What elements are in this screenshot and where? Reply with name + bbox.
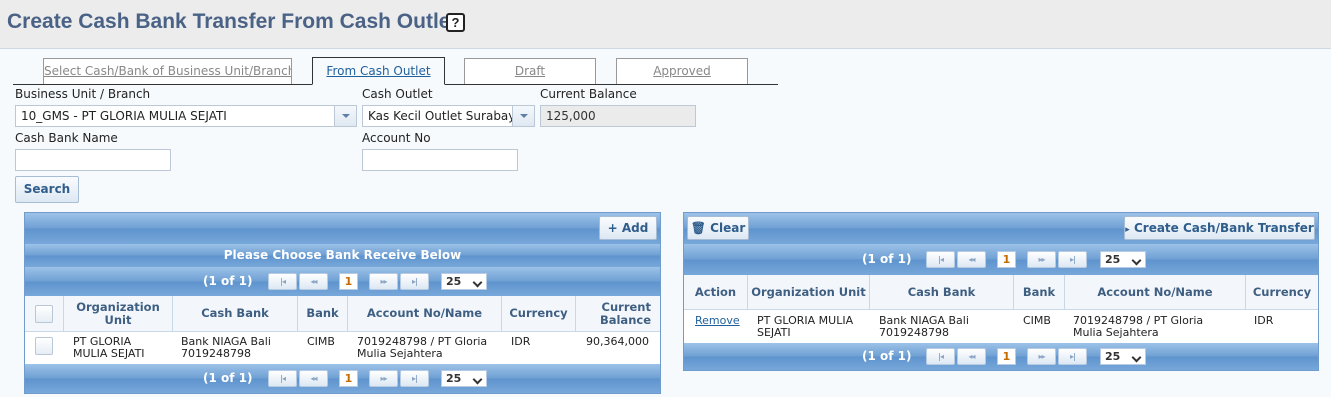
- cell-bank: CIMB: [1023, 314, 1051, 327]
- cash-outlet-label: Cash Outlet: [362, 87, 433, 101]
- col-currency[interactable]: Currency: [502, 296, 576, 331]
- cell-balance: 90,364,000: [586, 335, 649, 348]
- tab-draft[interactable]: Draft: [464, 58, 596, 84]
- cash-outlet-value: Kas Kecil Outlet Surabaya: [368, 109, 523, 123]
- select-all-header[interactable]: [25, 296, 64, 331]
- col-organization-unit[interactable]: Organization Unit: [748, 275, 870, 309]
- prev-page-icon[interactable]: ◂◂: [957, 251, 986, 268]
- pager-info: (1 of 1): [203, 274, 253, 288]
- business-unit-value: 10_GMS - PT GLORIA MULIA SEJATI: [21, 109, 227, 123]
- left-caption: Please Choose Bank Receive Below: [25, 244, 660, 267]
- page-size-select[interactable]: 25: [441, 370, 487, 387]
- left-toolbar: + Add: [25, 213, 660, 244]
- business-unit-label: Business Unit / Branch: [15, 87, 151, 101]
- page-number[interactable]: 1: [997, 251, 1016, 268]
- table-row: Remove PT GLORIA MULIA SEJATI Bank NIAGA…: [684, 310, 1318, 343]
- cell-account: 7019248798 / PT Gloria Mulia Sejahtera: [1073, 314, 1204, 339]
- page-size-select[interactable]: 25: [1100, 251, 1146, 268]
- search-button[interactable]: Search: [15, 176, 79, 203]
- right-pager-top: (1 of 1) |◂ ◂◂ 1 ▸▸ ▸| 25: [684, 244, 1318, 275]
- col-action[interactable]: Action: [684, 275, 748, 309]
- cell-bank: CIMB: [307, 335, 335, 348]
- page-number[interactable]: 1: [997, 348, 1016, 365]
- next-page-icon[interactable]: ▸▸: [1027, 348, 1056, 365]
- pager-info: (1 of 1): [862, 349, 912, 363]
- col-account-no-name[interactable]: Account No/Name: [1065, 275, 1246, 309]
- first-page-icon[interactable]: |◂: [926, 348, 955, 365]
- pager-info: (1 of 1): [203, 371, 253, 385]
- col-current-balance[interactable]: Current Balance: [576, 296, 660, 331]
- col-account-no-name[interactable]: Account No/Name: [348, 296, 502, 331]
- col-cash-bank[interactable]: Cash Bank: [173, 296, 298, 331]
- account-no-input[interactable]: [362, 149, 518, 171]
- selected-banks-panel: 🗑 Clear ▸ Create Cash/Bank Transfer (1 o…: [683, 212, 1319, 371]
- left-table-header: Organization Unit Cash Bank Bank Account…: [25, 296, 660, 332]
- page-size-select[interactable]: 25: [1100, 348, 1146, 365]
- prev-page-icon[interactable]: ◂◂: [299, 273, 328, 290]
- last-page-icon[interactable]: ▸|: [1058, 251, 1087, 268]
- prev-page-icon[interactable]: ◂◂: [957, 348, 986, 365]
- cell-account: 7019248798 / PT Gloria Mulia Sejahtera: [357, 335, 488, 360]
- bank-receive-panel: + Add Please Choose Bank Receive Below (…: [24, 212, 661, 394]
- cell-org: PT GLORIA MULIA SEJATI: [757, 314, 854, 339]
- current-balance-label: Current Balance: [540, 87, 637, 101]
- cell-cash-bank: Bank NIAGA Bali 7019248798: [181, 335, 271, 360]
- business-unit-select[interactable]: 10_GMS - PT GLORIA MULIA SEJATI: [15, 105, 357, 127]
- first-page-icon[interactable]: |◂: [926, 251, 955, 268]
- clear-button[interactable]: 🗑 Clear: [687, 216, 749, 240]
- col-bank[interactable]: Bank: [298, 296, 348, 331]
- last-page-icon[interactable]: ▸|: [1058, 348, 1087, 365]
- cell-org: PT GLORIA MULIA SEJATI: [73, 335, 145, 360]
- next-page-icon[interactable]: ▸▸: [369, 370, 398, 387]
- first-page-icon[interactable]: |◂: [268, 370, 297, 387]
- chevron-down-icon[interactable]: [512, 106, 534, 126]
- create-transfer-label: Create Cash/Bank Transfer: [1133, 221, 1314, 235]
- col-bank[interactable]: Bank: [1014, 275, 1065, 309]
- cell-cash-bank: Bank NIAGA Bali 7019248798: [879, 314, 969, 339]
- cash-bank-name-input[interactable]: [15, 149, 171, 171]
- current-balance-field: 125,000: [540, 105, 696, 127]
- right-toolbar: 🗑 Clear ▸ Create Cash/Bank Transfer: [684, 213, 1318, 244]
- add-button[interactable]: + Add: [599, 216, 657, 240]
- prev-page-icon[interactable]: ◂◂: [299, 370, 328, 387]
- col-cash-bank[interactable]: Cash Bank: [870, 275, 1014, 309]
- last-page-icon[interactable]: ▸|: [400, 273, 429, 290]
- next-page-icon[interactable]: ▸▸: [369, 273, 398, 290]
- remove-link[interactable]: Remove: [695, 315, 740, 327]
- page-header: Create Cash Bank Transfer From Cash Outl…: [0, 0, 1331, 49]
- last-page-icon[interactable]: ▸|: [400, 370, 429, 387]
- next-page-icon[interactable]: ▸▸: [1027, 251, 1056, 268]
- col-organization-unit[interactable]: Organization Unit: [64, 296, 173, 331]
- cell-currency: IDR: [1254, 314, 1274, 327]
- row-checkbox[interactable]: [35, 337, 53, 355]
- tab-select-cash-bank[interactable]: Select Cash/Bank of Business Unit/Branch: [43, 58, 292, 84]
- help-icon[interactable]: ?: [446, 13, 465, 32]
- page-title: Create Cash Bank Transfer From Cash Outl…: [7, 10, 458, 33]
- left-pager-top: (1 of 1) |◂ ◂◂ 1 ▸▸ ▸| 25: [25, 267, 660, 296]
- page-number[interactable]: 1: [339, 370, 358, 387]
- select-all-checkbox[interactable]: [35, 305, 53, 323]
- first-page-icon[interactable]: |◂: [268, 273, 297, 290]
- cash-bank-name-label: Cash Bank Name: [15, 131, 118, 145]
- create-transfer-button[interactable]: ▸ Create Cash/Bank Transfer: [1124, 216, 1315, 240]
- cell-currency: IDR: [511, 335, 531, 348]
- chevron-down-icon[interactable]: [334, 106, 356, 126]
- clear-label: Clear: [710, 221, 746, 235]
- left-pager-bottom: (1 of 1) |◂ ◂◂ 1 ▸▸ ▸| 25: [25, 364, 660, 393]
- trash-icon: 🗑: [690, 221, 706, 235]
- right-table-header: Action Organization Unit Cash Bank Bank …: [684, 275, 1318, 310]
- page-number[interactable]: 1: [339, 273, 358, 290]
- tab-approved[interactable]: Approved: [616, 58, 748, 84]
- account-no-label: Account No: [362, 131, 431, 145]
- pager-info: (1 of 1): [862, 252, 912, 266]
- col-currency[interactable]: Currency: [1246, 275, 1318, 309]
- cash-outlet-select[interactable]: Kas Kecil Outlet Surabaya: [362, 105, 535, 127]
- table-row[interactable]: PT GLORIA MULIA SEJATI Bank NIAGA Bali 7…: [25, 332, 660, 364]
- triangle-right-icon: ▸: [1125, 225, 1130, 235]
- right-pager-bottom: (1 of 1) |◂ ◂◂ 1 ▸▸ ▸| 25: [684, 343, 1318, 370]
- page-size-select[interactable]: 25: [441, 273, 487, 290]
- tab-from-cash-outlet[interactable]: From Cash Outlet: [312, 57, 445, 85]
